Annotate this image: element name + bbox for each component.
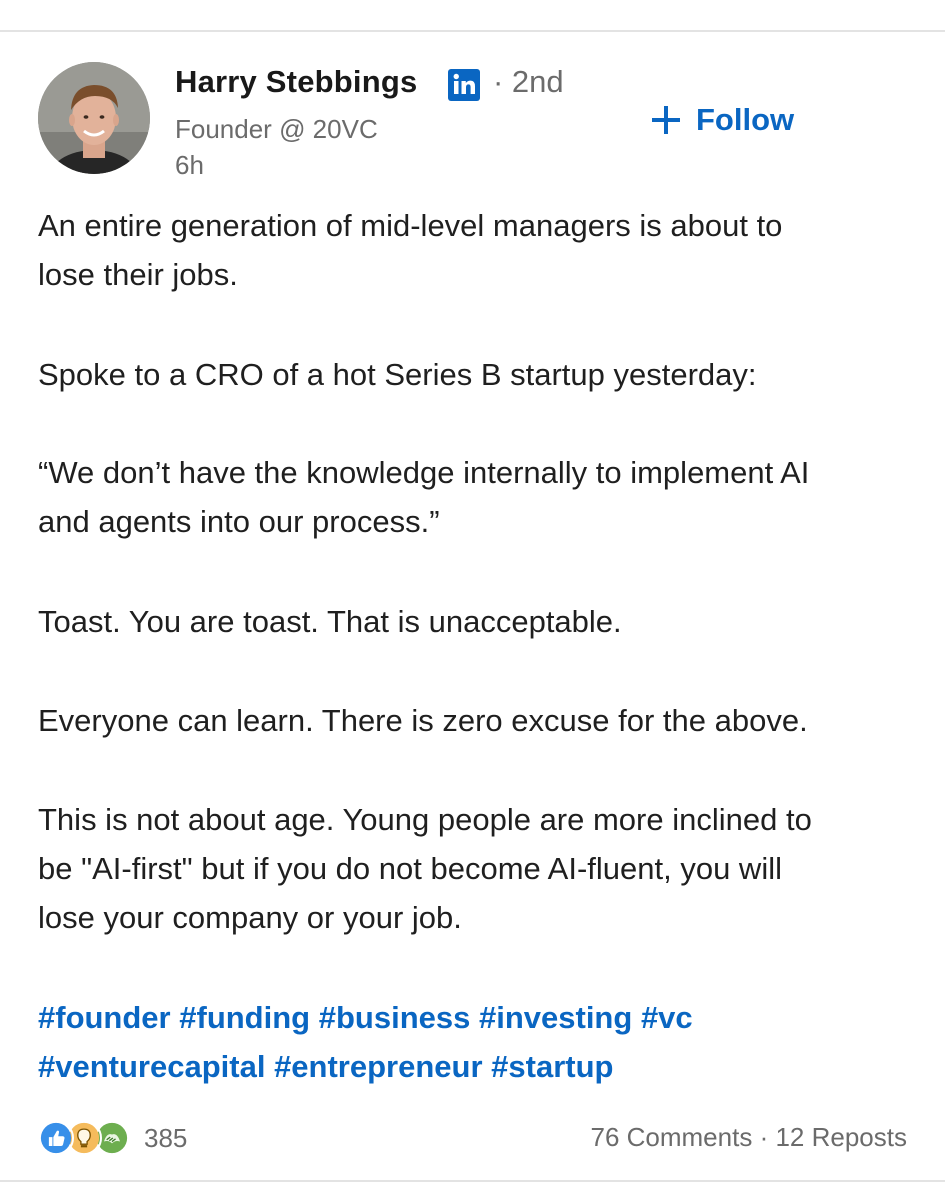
- post-paragraph-1: An entire generation of mid-level manage…: [38, 201, 782, 299]
- author-name[interactable]: Harry Stebbings: [175, 64, 417, 100]
- author-headline: Founder @ 20VC: [175, 114, 378, 144]
- hashtag-funding[interactable]: #funding: [179, 1000, 310, 1035]
- hashtag-line: #founder #funding #business #investing #…: [38, 993, 693, 1042]
- bottom-divider: [0, 1180, 945, 1182]
- avatar[interactable]: [38, 62, 150, 174]
- hashtag-entrepreneur[interactable]: #entrepreneur: [274, 1049, 482, 1084]
- hashtag-venturecapital[interactable]: #venturecapital: [38, 1049, 265, 1084]
- hashtag-vc[interactable]: #vc: [641, 1000, 693, 1035]
- post-paragraph-6: This is not about age. Young people are …: [38, 795, 812, 942]
- like-icon: [38, 1120, 74, 1156]
- hashtag-line: #venturecapital #entrepreneur #startup: [38, 1042, 693, 1091]
- hashtag-investing[interactable]: #investing: [479, 1000, 632, 1035]
- reposts-count[interactable]: 12 Reposts: [775, 1122, 907, 1152]
- linkedin-icon: [447, 68, 481, 102]
- top-divider: [0, 30, 945, 32]
- text-line: “We don’t have the knowledge internally …: [38, 455, 810, 490]
- plus-icon: [652, 106, 680, 134]
- text-line: This is not about age. Young people are …: [38, 802, 812, 837]
- text-line: and agents into our process.”: [38, 504, 440, 539]
- text-line: lose your company or your job.: [38, 900, 462, 935]
- reactions-summary[interactable]: 385: [38, 1120, 187, 1156]
- follow-label: Follow: [696, 102, 795, 137]
- reaction-count: 385: [144, 1122, 188, 1153]
- hashtag-startup[interactable]: #startup: [491, 1049, 613, 1084]
- social-counts: 76 Comments · 12 Reposts: [590, 1122, 907, 1153]
- post-paragraph-5: Everyone can learn. There is zero excuse…: [38, 696, 808, 745]
- text-line: Everyone can learn. There is zero excuse…: [38, 703, 808, 738]
- separator-dot: ·: [759, 1122, 769, 1152]
- hashtag-founder[interactable]: #founder: [38, 1000, 171, 1035]
- hashtags: #founder #funding #business #investing #…: [38, 993, 693, 1091]
- hashtag-business[interactable]: #business: [319, 1000, 471, 1035]
- post-time: 6h: [175, 150, 204, 180]
- follow-button[interactable]: Follow: [650, 98, 794, 142]
- text-line: lose their jobs.: [38, 257, 238, 292]
- text-line: Spoke to a CRO of a hot Series B startup…: [38, 357, 757, 392]
- text-line: be "AI-first" but if you do not become A…: [38, 851, 782, 886]
- text-line: Toast. You are toast. That is unacceptab…: [38, 604, 622, 639]
- post-paragraph-2: Spoke to a CRO of a hot Series B startup…: [38, 350, 757, 399]
- post-paragraph-3: “We don’t have the knowledge internally …: [38, 448, 809, 546]
- text-line: An entire generation of mid-level manage…: [38, 208, 783, 243]
- connection-degree: · 2nd: [493, 64, 564, 99]
- comments-count[interactable]: 76 Comments: [590, 1122, 752, 1152]
- post-paragraph-4: Toast. You are toast. That is unacceptab…: [38, 597, 622, 646]
